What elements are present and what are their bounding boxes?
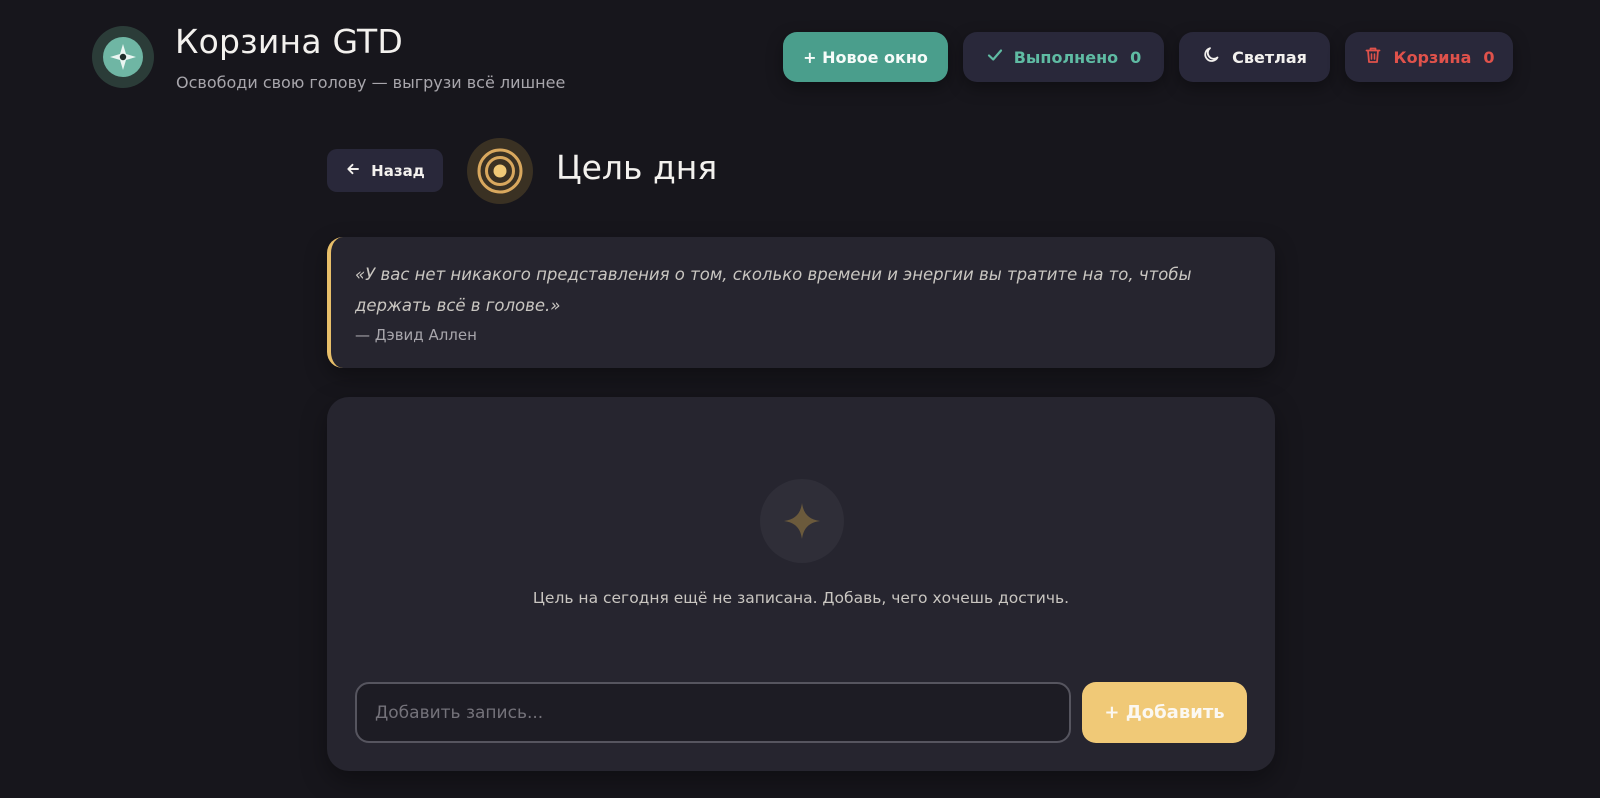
quote-author: — Дэвид Аллен <box>355 326 477 344</box>
quote-card: «У вас нет никакого представления о том,… <box>327 237 1275 368</box>
new-window-label: + Новое окно <box>803 47 928 67</box>
arrow-left-icon <box>345 161 361 181</box>
back-button[interactable]: Назад <box>327 149 443 192</box>
theme-toggle-button[interactable]: Светлая <box>1179 32 1330 82</box>
done-count: 0 <box>1130 47 1142 67</box>
app-subtitle: Освободи свою голову — выгрузи всё лишне… <box>176 73 566 92</box>
entry-input[interactable] <box>355 682 1071 743</box>
empty-state-text: Цель на сегодня ещё не записана. Добавь,… <box>532 589 1070 607</box>
done-button[interactable]: Выполнено 0 <box>963 32 1164 82</box>
app-title: Корзина GTD <box>175 22 404 61</box>
sparkle-icon <box>760 479 844 563</box>
add-label: + Добавить <box>1104 702 1225 723</box>
trash-button[interactable]: Корзина 0 <box>1345 32 1513 82</box>
new-window-button[interactable]: + Новое окно <box>783 32 948 82</box>
quote-text: «У вас нет никакого представления о том,… <box>355 265 1192 315</box>
theme-label: Светлая <box>1232 47 1307 67</box>
app-header: Корзина GTD Освободи свою голову — выгру… <box>0 0 1600 110</box>
check-icon <box>986 46 1004 68</box>
target-icon <box>467 138 533 204</box>
trash-label: Корзина <box>1393 47 1472 67</box>
back-label: Назад <box>371 161 425 180</box>
done-label: Выполнено <box>1013 47 1119 67</box>
add-button[interactable]: + Добавить <box>1082 682 1247 743</box>
moon-icon <box>1202 45 1222 69</box>
trash-icon <box>1363 45 1383 69</box>
page-title: Цель дня <box>556 148 718 187</box>
compass-icon <box>92 26 154 88</box>
trash-count: 0 <box>1483 47 1495 67</box>
goal-card: Цель на сегодня ещё не записана. Добавь,… <box>327 397 1275 771</box>
